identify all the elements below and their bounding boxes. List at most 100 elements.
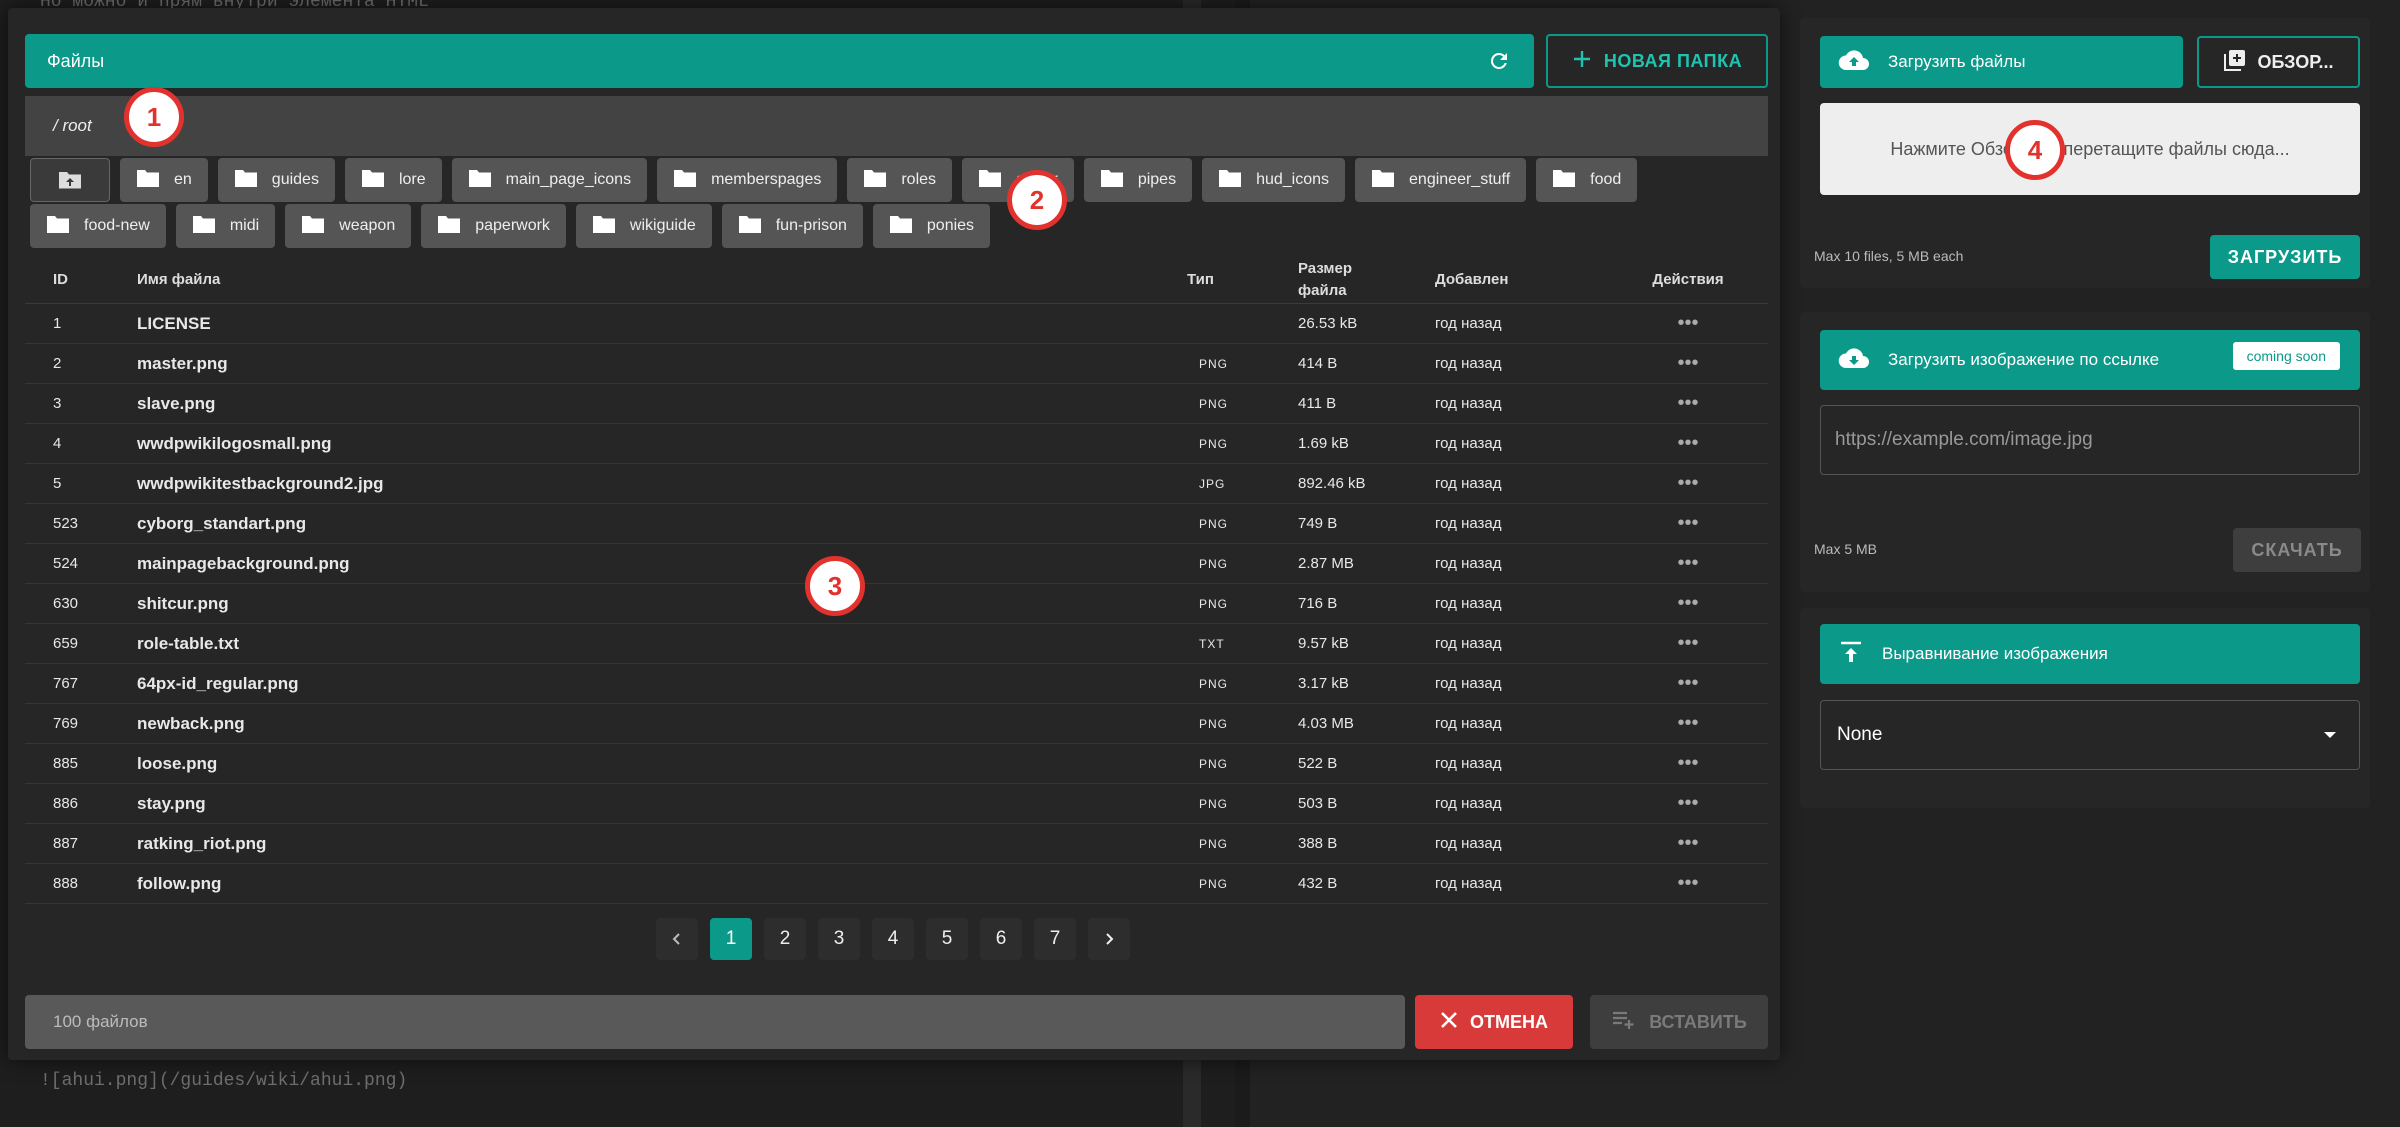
page-button-4[interactable]: 4 — [872, 918, 914, 960]
more-actions-icon[interactable]: ••• — [1638, 552, 1738, 575]
more-actions-icon[interactable]: ••• — [1638, 672, 1738, 695]
folder-chip-roles[interactable]: roles — [847, 158, 953, 202]
download-button[interactable]: СКАЧАТЬ — [2233, 528, 2361, 572]
folder-chip-paperwork[interactable]: paperwork — [421, 204, 566, 248]
file-count: 100 файлов — [25, 995, 1405, 1049]
folder-chip-midi[interactable]: midi — [175, 204, 276, 248]
image-url-input[interactable]: https://example.com/image.jpg — [1820, 405, 2360, 475]
more-actions-icon[interactable]: ••• — [1638, 472, 1738, 495]
marker-1: 1 — [124, 87, 184, 147]
table-row[interactable]: 769 newback.png PNG 4.03 MB год назад ••• — [25, 704, 1768, 744]
insert-button[interactable]: ВСТАВИТЬ — [1590, 995, 1768, 1049]
folder-chip-fun-prison[interactable]: fun-prison — [721, 204, 863, 248]
image-align-select[interactable]: None — [1820, 700, 2360, 770]
folder-chip-memberspages[interactable]: memberspages — [657, 158, 838, 202]
refresh-icon[interactable] — [1486, 48, 1512, 74]
file-id: 630 — [53, 595, 79, 612]
folder-chip-wikiguide[interactable]: wikiguide — [575, 204, 712, 248]
page-button-5[interactable]: 5 — [926, 918, 968, 960]
more-actions-icon[interactable]: ••• — [1638, 632, 1738, 655]
table-row[interactable]: 523 cyborg_standart.png PNG 749 B год назад •… — [25, 504, 1768, 544]
col-size[interactable]: Размер файла — [1298, 258, 1398, 302]
parent-folder-button[interactable] — [30, 158, 110, 202]
dropzone[interactable]: Нажмите Обзор или перетащите файлы сюда.… — [1820, 103, 2360, 195]
page-button-2[interactable]: 2 — [764, 918, 806, 960]
file-added: год назад — [1435, 475, 1502, 492]
file-id: 3 — [53, 395, 62, 412]
more-actions-icon[interactable]: ••• — [1638, 592, 1738, 615]
more-actions-icon[interactable]: ••• — [1638, 392, 1738, 415]
prev-page-button[interactable] — [656, 918, 698, 960]
upload-files-button[interactable]: Загрузить файлы — [1820, 36, 2183, 88]
chevron-right-icon — [1106, 933, 1114, 945]
file-name: role-table.txt — [137, 633, 240, 653]
page-button-3[interactable]: 3 — [818, 918, 860, 960]
folder-chip-food[interactable]: food — [1536, 158, 1638, 202]
more-actions-icon[interactable]: ••• — [1638, 432, 1738, 455]
folder-icon — [738, 214, 762, 239]
file-id: 523 — [53, 515, 79, 532]
file-added: год назад — [1435, 675, 1502, 692]
folder-label: wikiguide — [629, 217, 696, 234]
table-row[interactable]: 5 wwdpwikitestbackground2.jpg JPG 892.46 kB… — [25, 464, 1768, 504]
table-row[interactable]: 3 slave.png PNG 411 B год назад ••• — [25, 384, 1768, 424]
folder-icon — [468, 168, 492, 193]
next-page-button[interactable] — [1088, 918, 1130, 960]
file-name: shitcur.png — [137, 593, 229, 613]
file-browser-modal: Файлы НОВАЯ ПАПКА / root en guides lore mai… — [8, 8, 1780, 1060]
new-folder-button[interactable]: НОВАЯ ПАПКА — [1546, 34, 1768, 88]
table-row[interactable]: 888 follow.png PNG 432 B год назад ••• — [25, 864, 1768, 904]
image-align-header: Выравнивание изображения — [1820, 624, 2360, 684]
folder-chip-pipes[interactable]: pipes — [1083, 158, 1193, 202]
col-added[interactable]: Добавлен — [1435, 271, 1638, 288]
folder-icon — [361, 168, 385, 193]
folder-chip-main_page_icons[interactable]: main_page_icons — [451, 158, 648, 202]
more-actions-icon[interactable]: ••• — [1638, 752, 1738, 775]
marker-3: 3 — [805, 556, 865, 616]
folder-chip-food-new[interactable]: food-new — [30, 204, 166, 248]
folder-icon — [234, 168, 258, 193]
folder-label: main_page_icons — [505, 171, 632, 188]
table-row[interactable]: 524 mainpagebackground.png PNG 2.87 MB год н… — [25, 544, 1768, 584]
folder-chip-ponies[interactable]: ponies — [872, 204, 991, 248]
folder-icon — [863, 168, 887, 193]
table-row[interactable]: 659 role-table.txt TXT 9.57 kB год назад ••• — [25, 624, 1768, 664]
folder-chip-weapon[interactable]: weapon — [285, 204, 412, 248]
folder-chip-guides[interactable]: guides — [217, 158, 335, 202]
col-type[interactable]: Тип — [1187, 271, 1298, 288]
folder-chip-hud_icons[interactable]: hud_icons — [1202, 158, 1346, 202]
cancel-button[interactable]: ОТМЕНА — [1415, 995, 1573, 1049]
more-actions-icon[interactable]: ••• — [1638, 512, 1738, 535]
folder-chip-en[interactable]: en — [120, 158, 208, 202]
table-row[interactable]: 885 loose.png PNG 522 B год назад ••• — [25, 744, 1768, 784]
close-icon — [1440, 1011, 1458, 1034]
table-row[interactable]: 886 stay.png PNG 503 B год назад ••• — [25, 784, 1768, 824]
folder-chip-lore[interactable]: lore — [344, 158, 442, 202]
folder-chip-engineer_stuff[interactable]: engineer_stuff — [1355, 158, 1527, 202]
more-actions-icon[interactable]: ••• — [1638, 832, 1738, 855]
table-row[interactable]: 1 LICENSE 26.53 kB год назад ••• — [25, 304, 1768, 344]
col-name[interactable]: Имя файла — [137, 271, 1187, 288]
page-button-6[interactable]: 6 — [980, 918, 1022, 960]
file-table: ID Имя файла Тип Размер файла Добавлен Д… — [25, 256, 1768, 904]
file-size: 716 B — [1298, 595, 1338, 612]
file-size: 4.03 MB — [1298, 715, 1354, 732]
table-row[interactable]: 767 64px-id_regular.png PNG 3.17 kB год наза… — [25, 664, 1768, 704]
more-actions-icon[interactable]: ••• — [1638, 712, 1738, 735]
more-actions-icon[interactable]: ••• — [1638, 312, 1738, 335]
col-id[interactable]: ID — [25, 271, 137, 288]
file-id: 659 — [53, 635, 79, 652]
upload-button[interactable]: ЗАГРУЗИТЬ — [2210, 235, 2360, 279]
table-row[interactable]: 630 shitcur.png PNG 716 B год назад ••• — [25, 584, 1768, 624]
browse-button[interactable]: ОБЗОР... — [2197, 36, 2360, 88]
more-actions-icon[interactable]: ••• — [1638, 352, 1738, 375]
more-actions-icon[interactable]: ••• — [1638, 792, 1738, 815]
table-row[interactable]: 4 wwdpwikilogosmall.png PNG 1.69 kB год наза… — [25, 424, 1768, 464]
file-type: PNG — [1199, 556, 1229, 571]
page-button-7[interactable]: 7 — [1034, 918, 1076, 960]
more-actions-icon[interactable]: ••• — [1638, 872, 1738, 895]
page-button-1[interactable]: 1 — [710, 918, 752, 960]
page-list: 1234567 — [710, 918, 1076, 960]
table-row[interactable]: 2 master.png PNG 414 B год назад ••• — [25, 344, 1768, 384]
table-row[interactable]: 887 ratking_riot.png PNG 388 B год назад ••• — [25, 824, 1768, 864]
